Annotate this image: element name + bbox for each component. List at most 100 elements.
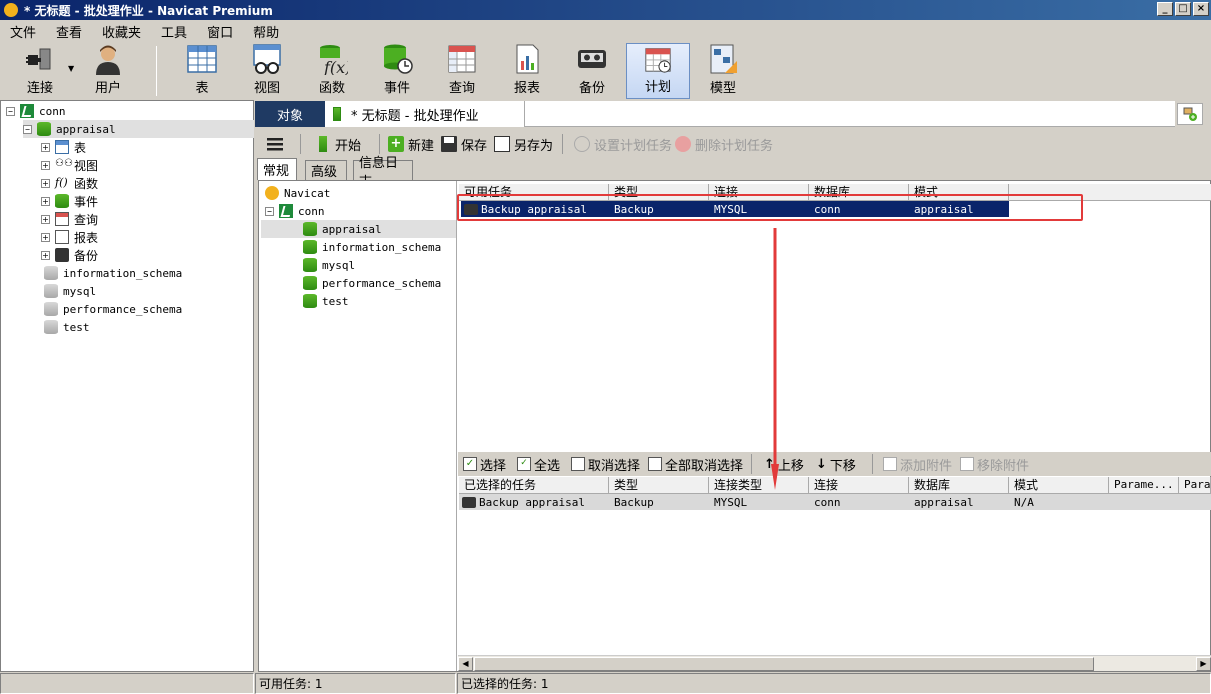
remove-attachment-button[interactable]: 移除附件	[960, 455, 1029, 474]
connect-dropdown-arrow-icon[interactable]: ▼	[68, 64, 74, 73]
save-button[interactable]: 保存	[441, 133, 487, 155]
move-down-button[interactable]: ↓ 下移	[816, 455, 856, 474]
col-header-connection-type[interactable]: 连接类型	[709, 477, 809, 493]
add-attachment-button[interactable]: 添加附件	[883, 455, 952, 474]
save-as-button[interactable]: 另存为	[494, 133, 553, 155]
tree-item-test[interactable]: test	[303, 292, 349, 310]
backup-icon	[462, 496, 476, 508]
event-button[interactable]: 事件	[365, 43, 429, 99]
connect-button[interactable]: 连接	[8, 43, 72, 99]
tab-advanced[interactable]: 高级	[305, 160, 347, 180]
col-header-database[interactable]: 数据库	[909, 477, 1009, 493]
menu-tools[interactable]: 工具	[151, 22, 197, 41]
function-button[interactable]: f(x) 函数	[300, 43, 364, 99]
tree-item-information-schema[interactable]: information_schema	[303, 238, 441, 256]
function-label: 函数	[318, 81, 345, 96]
set-schedule-task-button[interactable]: 设置计划任务	[574, 133, 672, 155]
tree-item-tables[interactable]: + 表	[41, 138, 86, 156]
col-header-parameters[interactable]: Parame...	[1109, 477, 1179, 493]
tree-item-performance-schema[interactable]: performance_schema	[44, 300, 182, 318]
view-icon	[253, 44, 281, 74]
tree-item-navicat[interactable]: Navicat	[265, 184, 330, 202]
scroll-right-icon[interactable]: ▶	[1196, 657, 1211, 671]
tree-item-mysql[interactable]: mysql	[303, 256, 355, 274]
event-label: 事件	[383, 81, 410, 96]
expand-icon[interactable]: +	[41, 142, 50, 152]
maximize-button[interactable]: □	[1175, 2, 1191, 16]
tree-item-views[interactable]: + ⚇⚇ 视图	[41, 156, 98, 174]
tree-item-conn[interactable]: − conn	[265, 202, 325, 220]
menu-favorites[interactable]: 收藏夹	[92, 22, 151, 41]
tree-item-reports[interactable]: + 报表	[41, 228, 98, 246]
expand-icon[interactable]: +	[41, 196, 50, 206]
collapse-icon[interactable]: −	[265, 206, 274, 216]
delete-schedule-task-button[interactable]: 删除计划任务	[675, 133, 773, 155]
backup-button[interactable]: 备份	[560, 43, 624, 99]
report-button[interactable]: 报表	[495, 43, 559, 99]
tab-general[interactable]: 常规	[257, 158, 297, 180]
table-button[interactable]: 表	[170, 43, 234, 99]
col-header-connection[interactable]: 连接	[809, 477, 909, 493]
model-label: 模型	[709, 81, 736, 96]
menubar: 文件 查看 收藏夹 工具 窗口 帮助	[0, 20, 1211, 42]
tree-item-events[interactable]: + 事件	[41, 192, 98, 210]
query-button[interactable]: 查询	[430, 43, 494, 99]
menu-file[interactable]: 文件	[0, 22, 46, 41]
select-all-label: 全选	[534, 458, 561, 474]
menu-view[interactable]: 查看	[46, 22, 92, 41]
view-button[interactable]: 视图	[235, 43, 299, 99]
model-button[interactable]: 模型	[691, 43, 755, 99]
tree-item-test[interactable]: test	[44, 318, 90, 336]
tree-item-information-schema[interactable]: information_schema	[44, 264, 182, 282]
tree-item-appraisal[interactable]: − appraisal	[23, 120, 254, 138]
database-icon	[37, 122, 51, 136]
expand-icon[interactable]: +	[41, 232, 50, 242]
tab-batch-job[interactable]: * 无标题 - 批处理作业	[325, 101, 525, 127]
query-icon	[448, 45, 476, 73]
expand-icon[interactable]: +	[41, 250, 50, 260]
minimize-button[interactable]: _	[1157, 2, 1173, 16]
new-tab-button[interactable]	[1177, 103, 1203, 125]
tree-item-queries[interactable]: + 查询	[41, 210, 98, 228]
expand-icon[interactable]: +	[41, 160, 50, 170]
scrollbar-thumb[interactable]	[474, 657, 1094, 671]
expand-icon[interactable]: +	[41, 178, 50, 188]
tab-objects[interactable]: 对象	[255, 101, 325, 127]
tree-item-backups[interactable]: + 备份	[41, 246, 98, 264]
available-tasks-grid: 可用任务 类型 连接 数据库 模式 Backup appraisal Backu…	[459, 181, 1211, 452]
table-row[interactable]: Backup appraisal Backup MYSQL conn appra…	[459, 494, 1211, 510]
menu-window[interactable]: 窗口	[197, 22, 243, 41]
move-up-button[interactable]: ↑ 上移	[764, 455, 804, 474]
collapse-icon[interactable]: −	[23, 124, 32, 134]
menu-hamburger-icon[interactable]	[267, 133, 283, 155]
deselect-button[interactable]: 取消选择	[571, 455, 640, 474]
expand-icon[interactable]: +	[41, 214, 50, 224]
schedule-button[interactable]: 计划	[626, 43, 690, 99]
tree-item-mysql[interactable]: mysql	[44, 282, 96, 300]
checkbox-icon: ✓	[463, 457, 477, 471]
collapse-icon[interactable]: −	[6, 106, 15, 116]
col-header-parameters-2[interactable]: Param	[1179, 477, 1211, 493]
select-button[interactable]: ✓ 选择	[463, 455, 506, 474]
horizontal-scrollbar[interactable]: ◀ ▶	[458, 655, 1211, 671]
scroll-left-icon[interactable]: ◀	[458, 657, 473, 671]
col-header-schema[interactable]: 模式	[1009, 477, 1109, 493]
new-label: 新建	[408, 138, 435, 154]
col-header-type[interactable]: 类型	[609, 477, 709, 493]
select-all-button[interactable]: ✓ 全选	[517, 455, 561, 474]
menu-help[interactable]: 帮助	[243, 22, 289, 41]
database-closed-icon	[44, 284, 58, 298]
tree-item-functions[interactable]: + f() 函数	[41, 174, 98, 192]
clock-icon	[574, 136, 590, 152]
tree-item-appraisal[interactable]: appraisal	[261, 220, 456, 238]
tree-item-conn[interactable]: − conn	[6, 102, 66, 120]
start-button[interactable]: 开始	[319, 133, 361, 155]
deselect-all-button[interactable]: 全部取消选择	[648, 455, 743, 474]
tree-item-performance-schema[interactable]: performance_schema	[303, 274, 441, 292]
close-button[interactable]: ×	[1193, 2, 1209, 16]
delete-icon	[675, 136, 691, 152]
annotation-arrow-icon	[771, 228, 779, 490]
user-button[interactable]: 用户	[76, 43, 140, 99]
col-header-selected-task[interactable]: 已选择的任务	[459, 477, 609, 493]
tab-message-log[interactable]: 信息日志	[353, 156, 413, 190]
